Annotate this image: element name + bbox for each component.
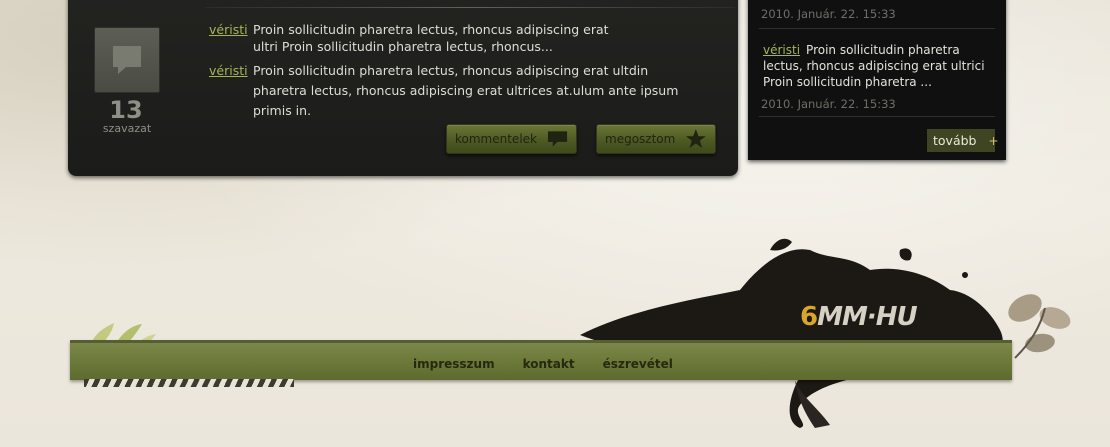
star-icon: [686, 129, 707, 149]
divider: [759, 28, 995, 29]
footer-link-impresszum[interactable]: impresszum: [413, 357, 495, 371]
plus-icon: +: [988, 133, 999, 148]
sidebar-date: 2010. Január. 22. 15:33: [761, 7, 896, 21]
divider: [759, 116, 995, 117]
comment-author-link[interactable]: véristi: [209, 21, 248, 38]
logo-text: MM·HU: [817, 302, 917, 332]
vote-count: 13: [109, 96, 143, 124]
vote-label: szavazat: [102, 122, 152, 135]
logo-mark: 6: [800, 302, 818, 332]
hazard-stripes: [84, 379, 294, 387]
sidebar-comment: véristi Proin sollicitudin pharetra lectu…: [763, 42, 999, 90]
vote-box[interactable]: [94, 27, 160, 93]
share-button-label: megosztom: [605, 132, 676, 146]
more-button-label: tovább: [933, 133, 977, 148]
speech-bubble-icon: [547, 131, 568, 147]
comment-author-link[interactable]: véristi: [763, 43, 800, 57]
footer-link-eszrevetel[interactable]: észrevétel: [603, 357, 673, 371]
comments-button-label: kommentelek: [455, 132, 537, 146]
footer-nav: impresszum kontakt észrevétel: [413, 357, 673, 371]
comment-author-link[interactable]: véristi: [209, 62, 248, 79]
footer-link-kontakt[interactable]: kontakt: [523, 357, 575, 371]
divider: [205, 7, 735, 8]
site-logo[interactable]: 6 MM·HU: [800, 302, 918, 332]
comment-text: Proin sollicitudin pharetra lectus, rhon…: [253, 22, 609, 54]
share-button[interactable]: megosztom: [596, 124, 716, 154]
comment-text: Proin sollicitudin pharetra lectus, rhon…: [253, 63, 679, 118]
comments-button[interactable]: kommentelek: [446, 124, 577, 154]
comment-icon: [113, 46, 141, 74]
more-button[interactable]: tovább +: [927, 129, 999, 152]
sidebar-comment-date: 2010. Január. 22. 15:33: [761, 97, 896, 111]
